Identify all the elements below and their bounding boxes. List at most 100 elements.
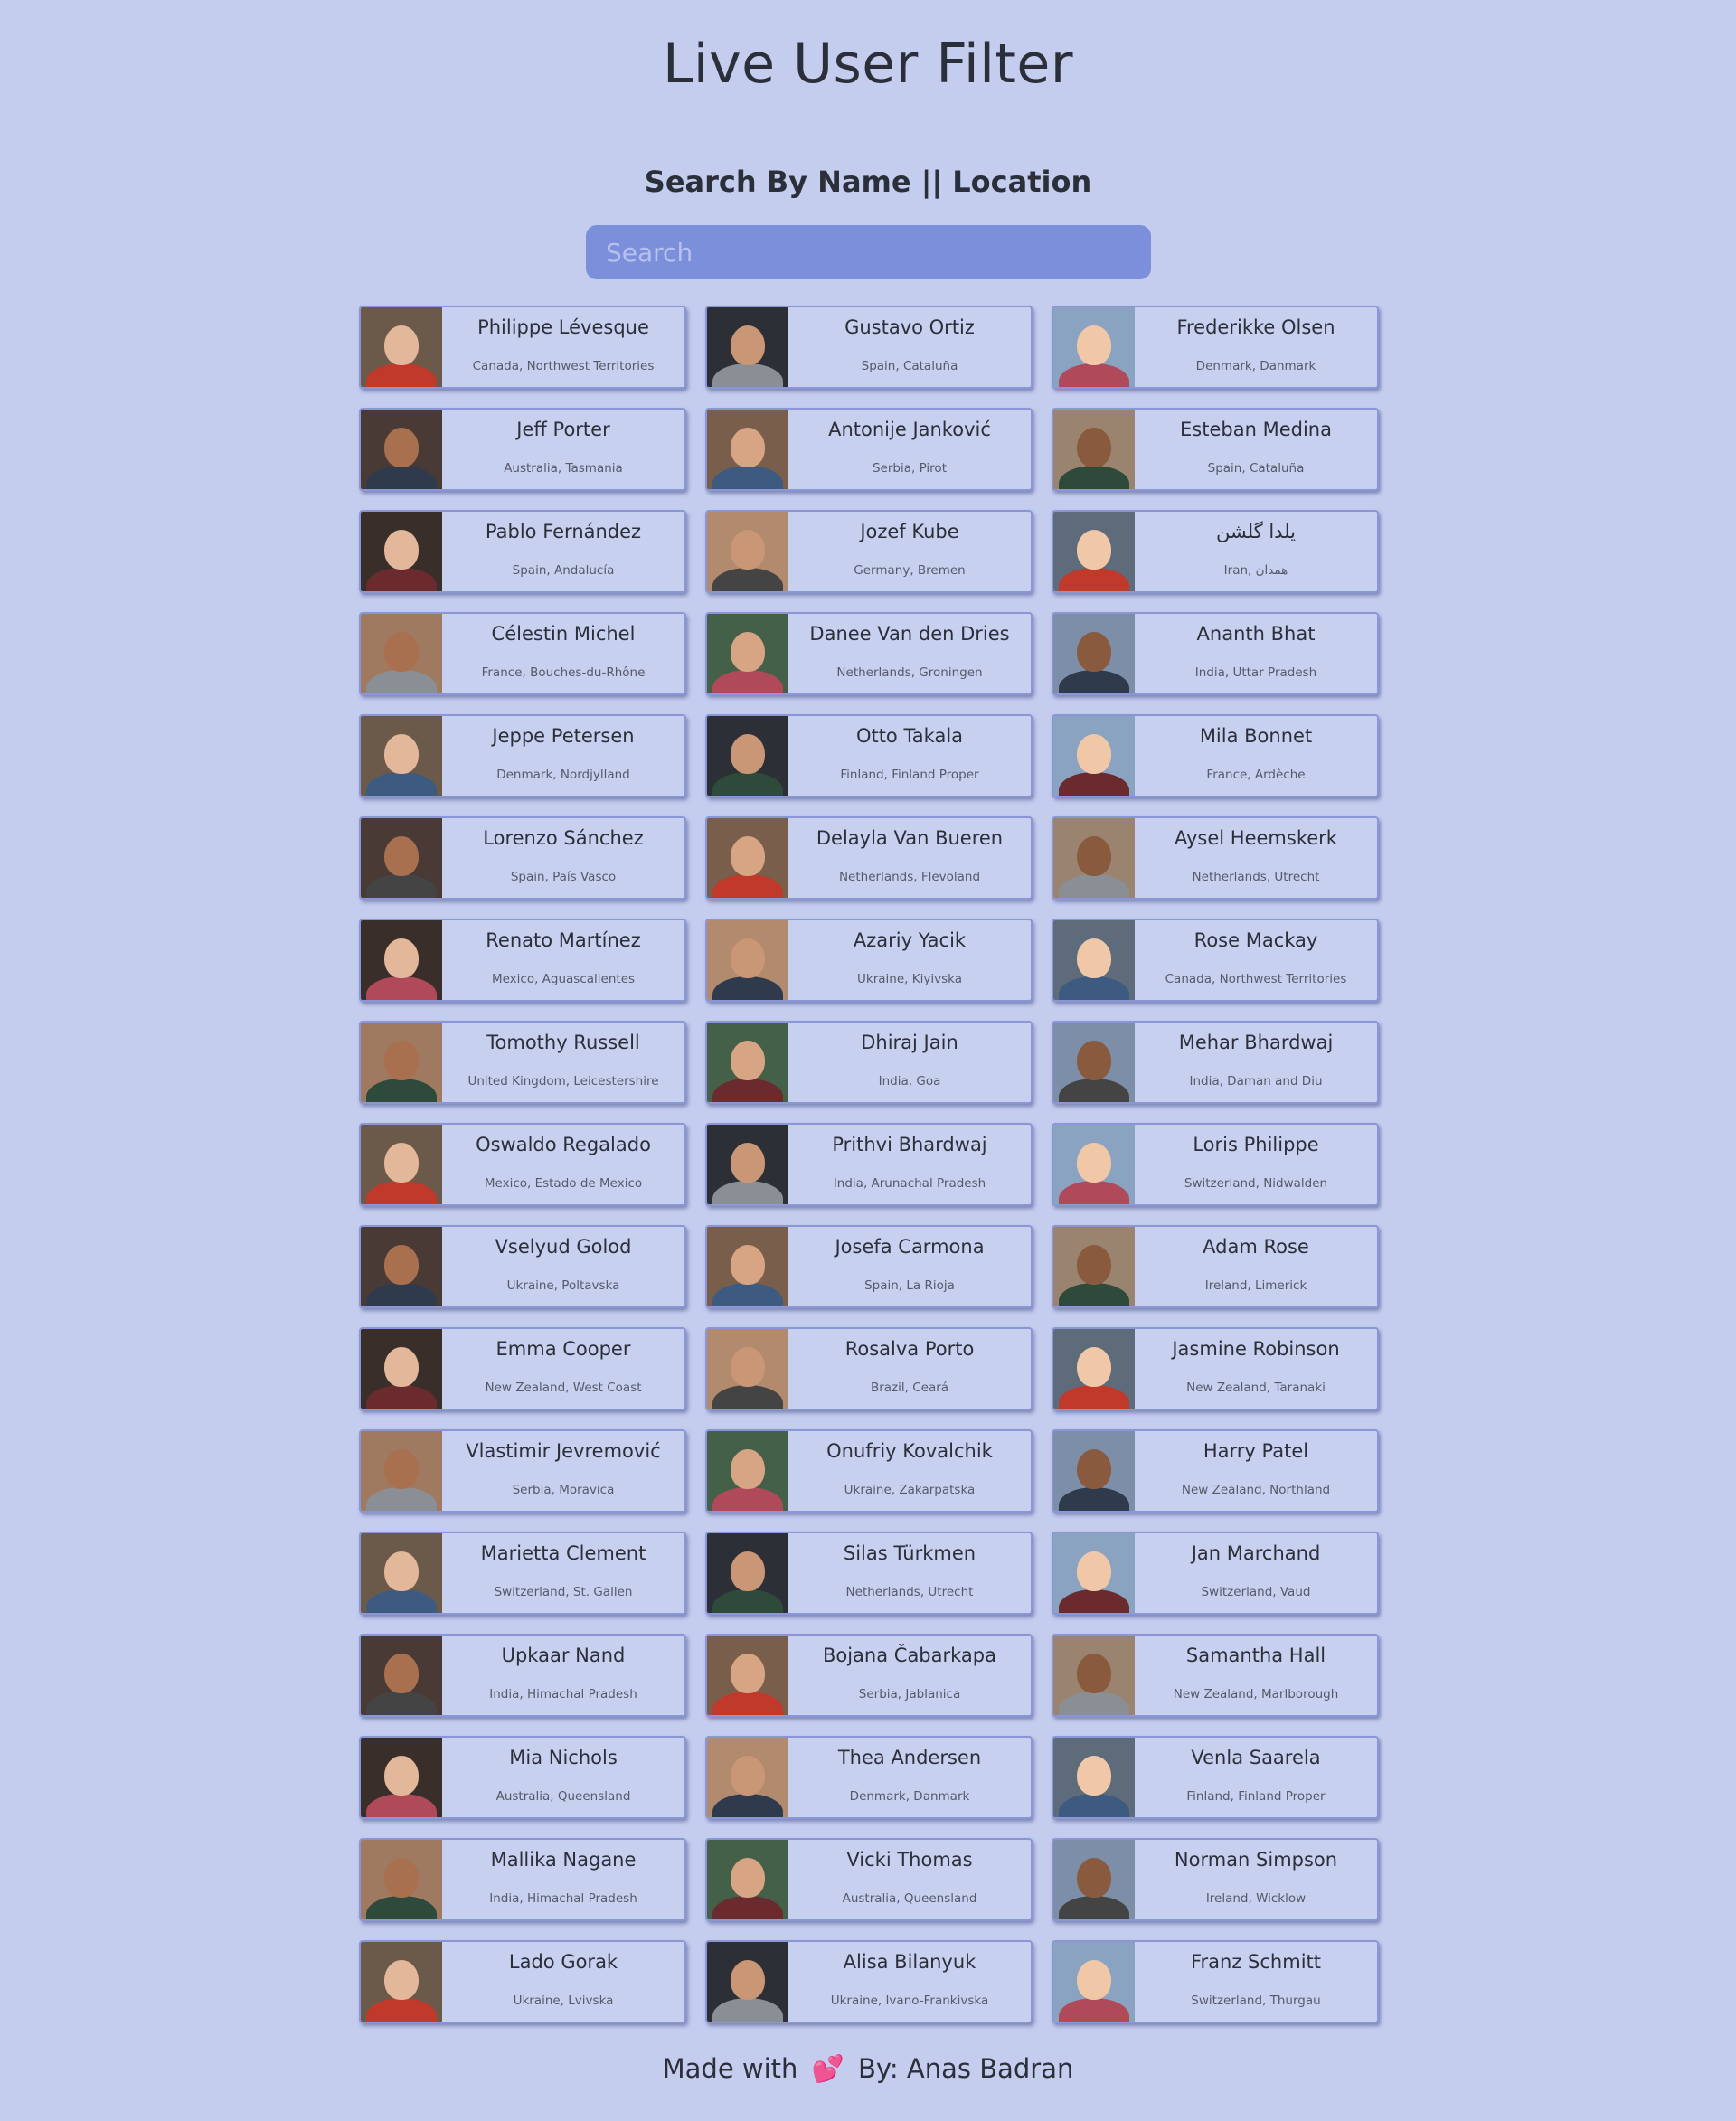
footer-author: By: Anas Badran [857, 2053, 1074, 2084]
user-card[interactable]: Josefa Carmona Spain, La Rioja [705, 1225, 1033, 1308]
user-name: Rosalva Porto [844, 1338, 975, 1360]
user-location: Netherlands, Utrecht [1192, 870, 1320, 884]
user-card[interactable]: Philippe Lévesque Canada, Northwest Terri… [359, 306, 686, 389]
search-input[interactable] [586, 225, 1151, 279]
user-card[interactable]: Vlastimir Jevremović Serbia, Moravica [359, 1429, 686, 1513]
avatar [361, 614, 442, 693]
user-name: Jeppe Petersen [492, 725, 635, 747]
user-card[interactable]: یلدا گلشن Iran, همدان [1052, 510, 1379, 593]
user-location: Spain, Cataluña [861, 359, 958, 373]
user-card[interactable]: Antonije Janković Serbia, Pirot [705, 408, 1033, 491]
user-card[interactable]: Loris Philippe Switzerland, Nidwalden [1052, 1123, 1379, 1206]
user-card[interactable]: Thea Andersen Denmark, Danmark [705, 1736, 1033, 1819]
user-location: New Zealand, West Coast [485, 1381, 642, 1395]
user-location: Switzerland, Nidwalden [1184, 1176, 1328, 1191]
user-card[interactable]: Rosalva Porto Brazil, Ceará [705, 1327, 1033, 1410]
user-location: Spain, País Vasco [510, 870, 617, 884]
avatar [361, 716, 442, 796]
user-card[interactable]: Vicki Thomas Australia, Queensland [705, 1838, 1033, 1921]
user-card[interactable]: Frederikke Olsen Denmark, Danmark [1052, 306, 1379, 389]
user-card[interactable]: Jozef Kube Germany, Bremen [705, 510, 1033, 593]
user-card[interactable]: Jeff Porter Australia, Tasmania [359, 408, 686, 491]
user-card[interactable]: Tomothy Russell United Kingdom, Leicester… [359, 1021, 686, 1104]
user-card[interactable]: Norman Simpson Ireland, Wicklow [1052, 1838, 1379, 1921]
user-info: Josefa Carmona Spain, La Rioja [788, 1227, 1031, 1306]
user-info: Alisa Bilanyuk Ukraine, Ivano-Frankivska [788, 1942, 1031, 2022]
avatar [707, 1023, 788, 1102]
user-location: New Zealand, Marlborough [1173, 1687, 1339, 1702]
user-info: Harry Patel New Zealand, Northland [1135, 1431, 1377, 1511]
user-card[interactable]: Gustavo Ortiz Spain, Cataluña [705, 306, 1033, 389]
user-card[interactable]: Vselyud Golod Ukraine, Poltavska [359, 1225, 686, 1308]
user-card[interactable]: Upkaar Nand India, Himachal Pradesh [359, 1634, 686, 1717]
avatar [1053, 1125, 1135, 1204]
user-card[interactable]: Mehar Bhardwaj India, Daman and Diu [1052, 1021, 1379, 1104]
user-name: Onufriy Kovalchik [826, 1440, 993, 1462]
user-card[interactable]: Lado Gorak Ukraine, Lvivska [359, 1940, 686, 2023]
user-card[interactable]: Delayla Van Bueren Netherlands, Flevoland [705, 816, 1033, 900]
user-location: Finland, Finland Proper [1186, 1789, 1326, 1804]
user-card[interactable]: Jan Marchand Switzerland, Vaud [1052, 1532, 1379, 1615]
user-card[interactable]: Jeppe Petersen Denmark, Nordjylland [359, 714, 686, 797]
user-card[interactable]: Otto Takala Finland, Finland Proper [705, 714, 1033, 797]
user-location: India, Himachal Pradesh [489, 1891, 637, 1906]
user-card[interactable]: Bojana Čabarkapa Serbia, Jablanica [705, 1634, 1033, 1717]
user-card[interactable]: Pablo Fernández Spain, Andalucía [359, 510, 686, 593]
user-card[interactable]: Samantha Hall New Zealand, Marlborough [1052, 1634, 1379, 1717]
user-card[interactable]: Marietta Clement Switzerland, St. Gallen [359, 1532, 686, 1615]
avatar [361, 1125, 442, 1204]
user-name: Jeff Porter [516, 419, 610, 440]
user-list: Philippe Lévesque Canada, Northwest Terri… [359, 306, 1379, 2023]
user-card[interactable]: Adam Rose Ireland, Limerick [1052, 1225, 1379, 1308]
avatar [361, 1227, 442, 1306]
user-card[interactable]: Mia Nichols Australia, Queensland [359, 1736, 686, 1819]
user-card[interactable]: Danee Van den Dries Netherlands, Groninge… [705, 612, 1033, 695]
user-location: Denmark, Nordjylland [496, 768, 630, 782]
user-location: India, Arunachal Pradesh [833, 1176, 986, 1191]
user-card[interactable]: Emma Cooper New Zealand, West Coast [359, 1327, 686, 1410]
user-name: Otto Takala [855, 725, 964, 747]
user-name: Tomothy Russell [486, 1032, 640, 1053]
user-card[interactable]: Oswaldo Regalado Mexico, Estado de Mexico [359, 1123, 686, 1206]
user-card[interactable]: Jasmine Robinson New Zealand, Taranaki [1052, 1327, 1379, 1410]
user-location: Ireland, Wicklow [1205, 1891, 1307, 1906]
avatar [707, 512, 788, 591]
user-location: Mexico, Estado de Mexico [484, 1176, 643, 1191]
user-card[interactable]: Venla Saarela Finland, Finland Proper [1052, 1736, 1379, 1819]
user-card[interactable]: Onufriy Kovalchik Ukraine, Zakarpatska [705, 1429, 1033, 1513]
user-location: Ukraine, Zakarpatska [844, 1483, 976, 1497]
user-name: Pablo Fernández [485, 521, 642, 542]
user-card[interactable]: Alisa Bilanyuk Ukraine, Ivano-Frankivska [705, 1940, 1033, 2023]
user-info: Venla Saarela Finland, Finland Proper [1135, 1738, 1377, 1817]
user-card[interactable]: Aysel Heemskerk Netherlands, Utrecht [1052, 816, 1379, 900]
user-info: Célestin Michel France, Bouches-du-Rhône [442, 614, 684, 693]
user-card[interactable]: Lorenzo Sánchez Spain, País Vasco [359, 816, 686, 900]
user-name: Renato Martínez [486, 929, 641, 951]
user-card[interactable]: Mila Bonnet France, Ardèche [1052, 714, 1379, 797]
avatar [707, 818, 788, 898]
user-info: Azariy Yacik Ukraine, Kiyivska [788, 920, 1031, 1000]
user-card[interactable]: Silas Türkmen Netherlands, Utrecht [705, 1532, 1033, 1615]
user-card[interactable]: Ananth Bhat India, Uttar Pradesh [1052, 612, 1379, 695]
user-card[interactable]: Renato Martínez Mexico, Aguascalientes [359, 919, 686, 1002]
user-card[interactable]: Harry Patel New Zealand, Northland [1052, 1429, 1379, 1513]
user-name: Lado Gorak [508, 1951, 618, 1973]
user-card[interactable]: Célestin Michel France, Bouches-du-Rhône [359, 612, 686, 695]
avatar [1053, 818, 1135, 898]
user-name: Vicki Thomas [846, 1849, 973, 1871]
user-card[interactable]: Mallika Nagane India, Himachal Pradesh [359, 1838, 686, 1921]
user-card[interactable]: Franz Schmitt Switzerland, Thurgau [1052, 1940, 1379, 2023]
user-location: New Zealand, Northland [1181, 1483, 1331, 1497]
user-card[interactable]: Dhiraj Jain India, Goa [705, 1021, 1033, 1104]
user-card[interactable]: Prithvi Bhardwaj India, Arunachal Pradesh [705, 1123, 1033, 1206]
user-info: Delayla Van Bueren Netherlands, Flevoland [788, 818, 1031, 898]
user-info: Pablo Fernández Spain, Andalucía [442, 512, 684, 591]
user-location: Australia, Queensland [842, 1891, 977, 1906]
user-card[interactable]: Azariy Yacik Ukraine, Kiyivska [705, 919, 1033, 1002]
user-name: Lorenzo Sánchez [483, 827, 644, 849]
user-location: Iran, همدان [1223, 563, 1288, 578]
user-info: Tomothy Russell United Kingdom, Leicester… [442, 1023, 684, 1102]
user-card[interactable]: Esteban Medina Spain, Cataluña [1052, 408, 1379, 491]
user-card[interactable]: Rose Mackay Canada, Northwest Territories [1052, 919, 1379, 1002]
user-location: India, Uttar Pradesh [1194, 665, 1317, 680]
